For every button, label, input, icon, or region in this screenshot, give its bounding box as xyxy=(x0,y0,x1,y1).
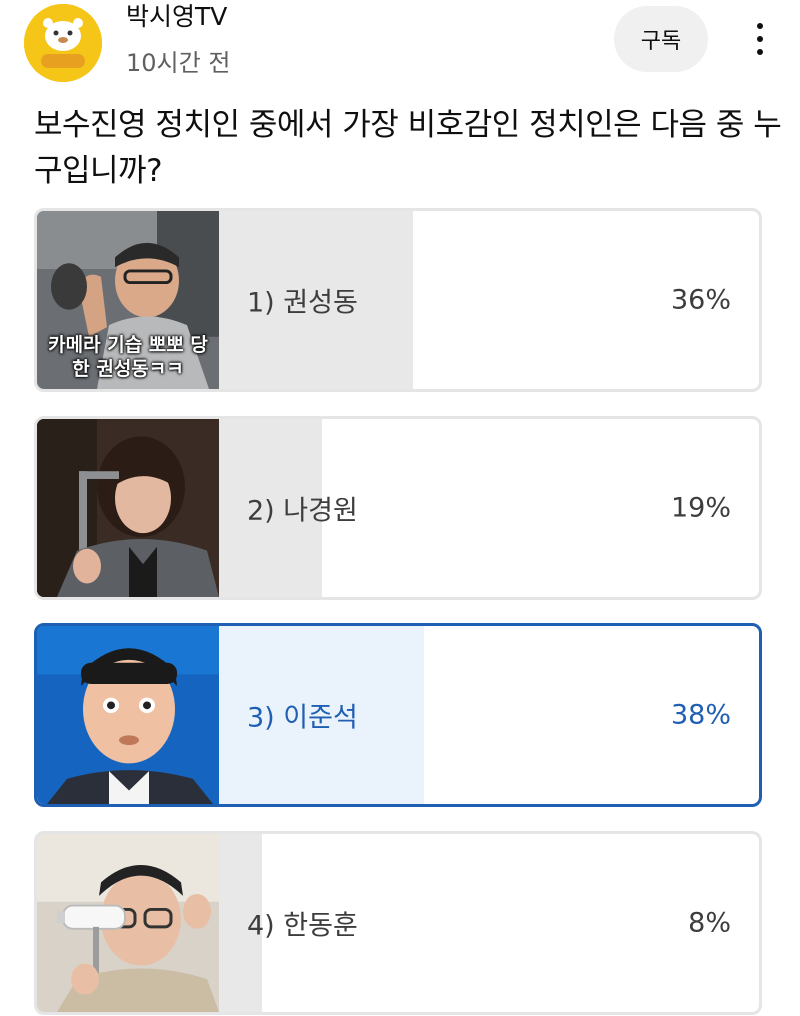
option-percent: 8% xyxy=(688,907,731,939)
channel-avatar[interactable] xyxy=(24,4,102,82)
poll-question: 보수진영 정치인 중에서 가장 비호감인 정치인은 다음 중 누구입니까? xyxy=(34,107,782,189)
option-label: 2) 나경원 xyxy=(247,495,358,527)
channel-name[interactable]: 박시영TV xyxy=(126,0,227,34)
channel-logo-icon xyxy=(24,4,102,82)
thumbnail-caption: 카메라 기습 뽀뽀 당한 권성동ㅋㅋ xyxy=(48,334,208,380)
poll-option-1[interactable]: 카메라 기습 뽀뽀 당한 권성동ㅋㅋ 1) 권성동 36% xyxy=(34,208,762,392)
option-thumbnail xyxy=(37,834,219,1012)
community-post: 박시영TV 10시간 전 구독 보수진영 정치인 중에서 가장 비호감인 정치인… xyxy=(0,0,800,1016)
option-label: 4) 한동훈 xyxy=(247,910,358,942)
subscribe-button[interactable]: 구독 xyxy=(614,6,708,72)
option-label: 3) 이준석 xyxy=(247,702,358,734)
option-percent: 19% xyxy=(670,492,731,524)
option-thumbnail xyxy=(37,626,219,804)
more-vert-icon[interactable] xyxy=(742,12,778,66)
option-percent: 38% xyxy=(670,699,731,731)
option-thumbnail: 카메라 기습 뽀뽀 당한 권성동ㅋㅋ xyxy=(37,211,219,389)
poll-option-3[interactable]: 3) 이준석 38% xyxy=(34,623,762,807)
option-thumbnail xyxy=(37,419,219,597)
post-header: 박시영TV 10시간 전 구독 xyxy=(0,0,800,100)
option-label: 1) 권성동 xyxy=(247,287,358,319)
poll-option-2[interactable]: 2) 나경원 19% xyxy=(34,416,762,600)
post-time: 10시간 전 xyxy=(126,49,231,77)
poll-option-4[interactable]: 4) 한동훈 8% xyxy=(34,831,762,1015)
option-percent: 36% xyxy=(670,284,731,316)
